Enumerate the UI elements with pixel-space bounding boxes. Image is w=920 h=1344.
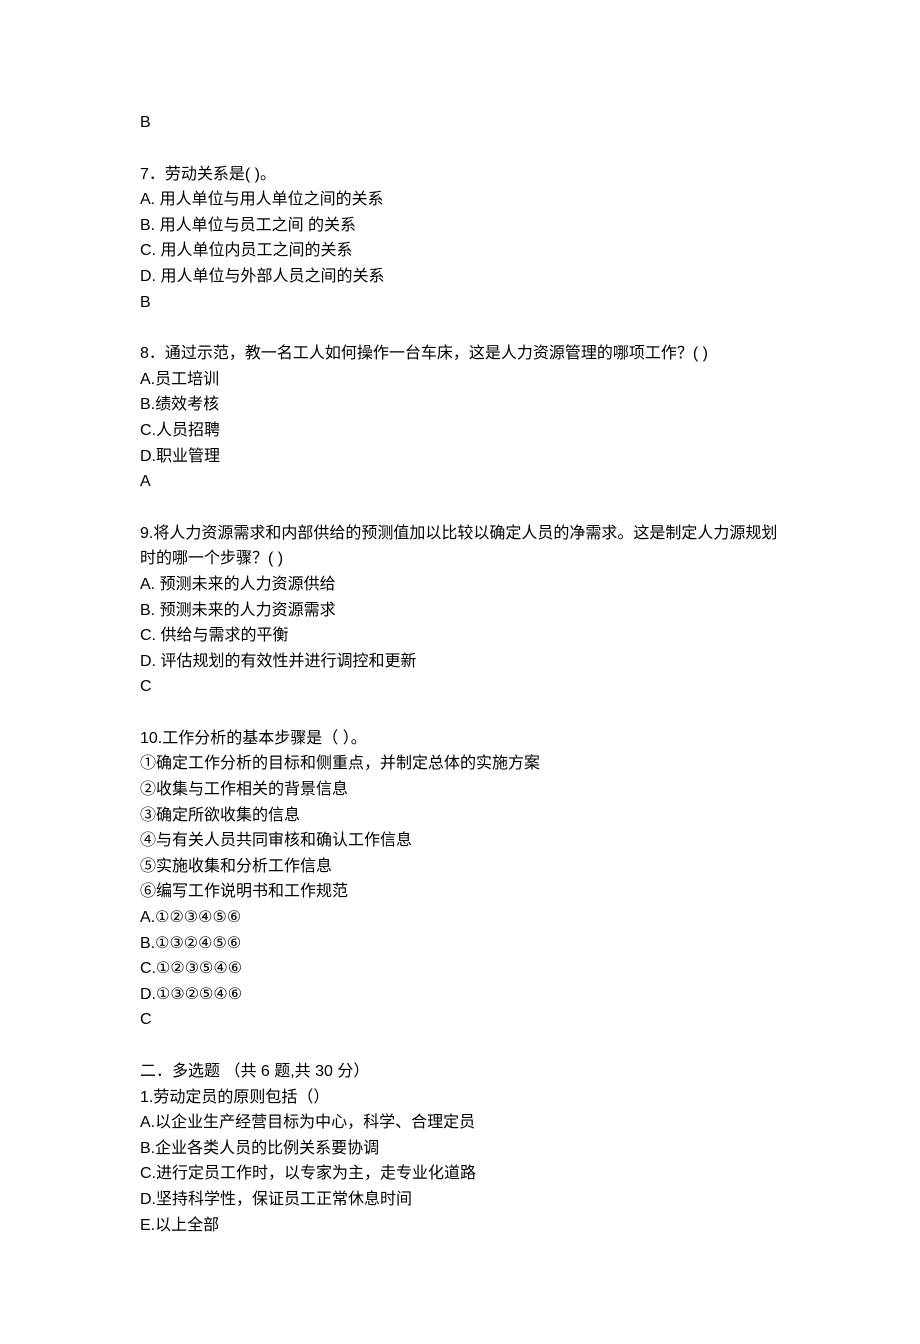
q10-step-3: ③确定所欲收集的信息 — [140, 803, 780, 829]
q10-step-4: ④与有关人员共同审核和确认工作信息 — [140, 828, 780, 854]
q10-option-b: B.①③②④⑤⑥ — [140, 931, 780, 957]
q8-option-b: B.绩效考核 — [140, 392, 780, 418]
mq1-stem: 1.劳动定员的原则包括（） — [140, 1085, 780, 1111]
q7-option-b: B. 用人单位与员工之间 的关系 — [140, 213, 780, 239]
q9-option-c: C. 供给与需求的平衡 — [140, 623, 780, 649]
q8-stem: 8．通过示范，教一名工人如何操作一台车床，这是人力资源管理的哪项工作？( ) — [140, 341, 780, 367]
q9-answer: C — [140, 674, 780, 700]
question-8: 8．通过示范，教一名工人如何操作一台车床，这是人力资源管理的哪项工作？( ) A… — [140, 341, 780, 495]
q9-stem-line2: 时的哪一个步骤？( ) — [140, 546, 780, 572]
mq1-option-a: A.以企业生产经营目标为中心，科学、合理定员 — [140, 1110, 780, 1136]
q9-stem-line1: 9.将人力资源需求和内部供给的预测值加以比较以确定人员的净需求。这是制定人力源规… — [140, 521, 780, 547]
question-7: 7．劳动关系是( )。 A. 用人单位与用人单位之间的关系 B. 用人单位与员工… — [140, 162, 780, 316]
question-9: 9.将人力资源需求和内部供给的预测值加以比较以确定人员的净需求。这是制定人力源规… — [140, 521, 780, 700]
q10-option-d: D.①③②⑤④⑥ — [140, 982, 780, 1008]
orphan-answer-block: B — [140, 110, 780, 136]
q10-step-2: ②收集与工作相关的背景信息 — [140, 777, 780, 803]
mq1-option-b: B.企业各类人员的比例关系要协调 — [140, 1136, 780, 1162]
section-2-header: 二．多选题 （共 6 题,共 30 分） — [140, 1059, 780, 1085]
q8-option-d: D.职业管理 — [140, 444, 780, 470]
section-2: 二．多选题 （共 6 题,共 30 分） 1.劳动定员的原则包括（） A.以企业… — [140, 1059, 780, 1238]
q7-option-d: D. 用人单位与外部人员之间的关系 — [140, 264, 780, 290]
q9-option-a: A. 预测未来的人力资源供给 — [140, 572, 780, 598]
mq1-option-e: E.以上全部 — [140, 1213, 780, 1239]
orphan-answer: B — [140, 110, 780, 136]
q10-stem: 10.工作分析的基本步骤是（ ）。 — [140, 726, 780, 752]
mq1-option-c: C.进行定员工作时，以专家为主，走专业化道路 — [140, 1161, 780, 1187]
question-10: 10.工作分析的基本步骤是（ ）。 ①确定工作分析的目标和侧重点，并制定总体的实… — [140, 726, 780, 1033]
q9-option-d: D. 评估规划的有效性并进行调控和更新 — [140, 649, 780, 675]
q7-stem: 7．劳动关系是( )。 — [140, 162, 780, 188]
q7-option-c: C. 用人单位内员工之间的关系 — [140, 238, 780, 264]
q8-option-a: A.员工培训 — [140, 367, 780, 393]
mq1-option-d: D.坚持科学性，保证员工正常休息时间 — [140, 1187, 780, 1213]
q10-option-c: C.①②③⑤④⑥ — [140, 956, 780, 982]
q10-step-1: ①确定工作分析的目标和侧重点，并制定总体的实施方案 — [140, 751, 780, 777]
q7-option-a: A. 用人单位与用人单位之间的关系 — [140, 187, 780, 213]
q10-step-5: ⑤实施收集和分析工作信息 — [140, 854, 780, 880]
q8-answer: A — [140, 469, 780, 495]
q10-step-6: ⑥编写工作说明书和工作规范 — [140, 879, 780, 905]
q10-option-a: A.①②③④⑤⑥ — [140, 905, 780, 931]
q8-option-c: C.人员招聘 — [140, 418, 780, 444]
q10-answer: C — [140, 1007, 780, 1033]
q9-option-b: B. 预测未来的人力资源需求 — [140, 598, 780, 624]
q7-answer: B — [140, 290, 780, 316]
